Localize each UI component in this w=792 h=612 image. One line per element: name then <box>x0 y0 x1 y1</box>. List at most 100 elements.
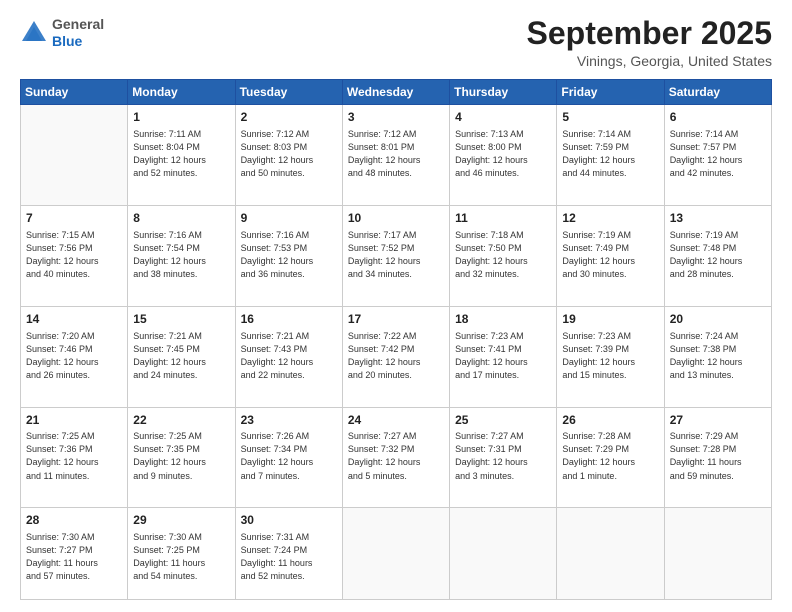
day-number: 16 <box>241 311 337 328</box>
table-row: 21Sunrise: 7:25 AM Sunset: 7:36 PM Dayli… <box>21 407 128 508</box>
logo: General Blue <box>20 16 104 50</box>
day-info: Sunrise: 7:23 AM Sunset: 7:39 PM Dayligh… <box>562 330 658 382</box>
day-info: Sunrise: 7:21 AM Sunset: 7:43 PM Dayligh… <box>241 330 337 382</box>
title-block: September 2025 Vinings, Georgia, United … <box>527 16 772 69</box>
day-info: Sunrise: 7:13 AM Sunset: 8:00 PM Dayligh… <box>455 128 551 180</box>
table-row: 15Sunrise: 7:21 AM Sunset: 7:45 PM Dayli… <box>128 306 235 407</box>
table-row <box>557 508 664 600</box>
day-number: 24 <box>348 412 444 429</box>
day-number: 2 <box>241 109 337 126</box>
day-number: 17 <box>348 311 444 328</box>
logo-general-text: General <box>52 16 104 32</box>
table-row: 28Sunrise: 7:30 AM Sunset: 7:27 PM Dayli… <box>21 508 128 600</box>
table-row: 13 Sunrise: 7:19 AM Sunset: 7:48 PM Dayli… <box>664 205 771 306</box>
day-number: 12 <box>562 210 658 227</box>
day-number: 8 <box>133 210 229 227</box>
logo-text: General Blue <box>52 16 104 50</box>
day-number: 30 <box>241 512 337 529</box>
day-number: 28 <box>26 512 122 529</box>
day-info: Sunrise: 7:23 AM Sunset: 7:41 PM Dayligh… <box>455 330 551 382</box>
day-info: Sunrise: 7:21 AM Sunset: 7:45 PM Dayligh… <box>133 330 229 382</box>
table-row: 7 Sunrise: 7:15 AM Sunset: 7:56 PM Daylig… <box>21 205 128 306</box>
day-number: 22 <box>133 412 229 429</box>
table-row: 24Sunrise: 7:27 AM Sunset: 7:32 PM Dayli… <box>342 407 449 508</box>
day-info: Sunrise: 7:29 AM Sunset: 7:28 PM Dayligh… <box>670 430 766 482</box>
table-row: 23Sunrise: 7:26 AM Sunset: 7:34 PM Dayli… <box>235 407 342 508</box>
table-row: 4 Sunrise: 7:13 AM Sunset: 8:00 PM Daylig… <box>450 105 557 206</box>
day-number: 19 <box>562 311 658 328</box>
table-row: 16 Sunrise: 7:21 AM Sunset: 7:43 PM Dayli… <box>235 306 342 407</box>
day-info: Sunrise: 7:17 AM Sunset: 7:52 PM Dayligh… <box>348 229 444 281</box>
day-info: Sunrise: 7:14 AM Sunset: 7:57 PM Dayligh… <box>670 128 766 180</box>
table-row: 6 Sunrise: 7:14 AM Sunset: 7:57 PM Daylig… <box>664 105 771 206</box>
day-number: 21 <box>26 412 122 429</box>
table-row: 5 Sunrise: 7:14 AM Sunset: 7:59 PM Daylig… <box>557 105 664 206</box>
day-number: 6 <box>670 109 766 126</box>
table-row: 9Sunrise: 7:16 AM Sunset: 7:53 PM Daylig… <box>235 205 342 306</box>
day-info: Sunrise: 7:20 AM Sunset: 7:46 PM Dayligh… <box>26 330 122 382</box>
day-number: 13 <box>670 210 766 227</box>
table-row: 3 Sunrise: 7:12 AM Sunset: 8:01 PM Daylig… <box>342 105 449 206</box>
day-number: 7 <box>26 210 122 227</box>
day-number: 29 <box>133 512 229 529</box>
col-monday: Monday <box>128 80 235 105</box>
day-info: Sunrise: 7:18 AM Sunset: 7:50 PM Dayligh… <box>455 229 551 281</box>
table-row: 10 Sunrise: 7:17 AM Sunset: 7:52 PM Dayli… <box>342 205 449 306</box>
table-row: 8 Sunrise: 7:16 AM Sunset: 7:54 PM Daylig… <box>128 205 235 306</box>
day-number: 10 <box>348 210 444 227</box>
table-row: 18 Sunrise: 7:23 AM Sunset: 7:41 PM Dayli… <box>450 306 557 407</box>
day-number: 26 <box>562 412 658 429</box>
table-row: 29 Sunrise: 7:30 AM Sunset: 7:25 PM Dayli… <box>128 508 235 600</box>
col-friday: Friday <box>557 80 664 105</box>
day-number: 3 <box>348 109 444 126</box>
day-number: 5 <box>562 109 658 126</box>
table-row: 30 Sunrise: 7:31 AM Sunset: 7:24 PM Dayli… <box>235 508 342 600</box>
day-info: Sunrise: 7:27 AM Sunset: 7:32 PM Dayligh… <box>348 430 444 482</box>
col-saturday: Saturday <box>664 80 771 105</box>
table-row: 26Sunrise: 7:28 AM Sunset: 7:29 PM Dayli… <box>557 407 664 508</box>
col-thursday: Thursday <box>450 80 557 105</box>
table-row: 2 Sunrise: 7:12 AM Sunset: 8:03 PM Daylig… <box>235 105 342 206</box>
day-info: Sunrise: 7:19 AM Sunset: 7:49 PM Dayligh… <box>562 229 658 281</box>
logo-blue-text: Blue <box>52 33 82 49</box>
day-number: 4 <box>455 109 551 126</box>
table-row <box>21 105 128 206</box>
day-info: Sunrise: 7:11 AM Sunset: 8:04 PM Dayligh… <box>133 128 229 180</box>
table-row <box>450 508 557 600</box>
day-number: 9 <box>241 210 337 227</box>
day-info: Sunrise: 7:14 AM Sunset: 7:59 PM Dayligh… <box>562 128 658 180</box>
location: Vinings, Georgia, United States <box>527 53 772 69</box>
day-info: Sunrise: 7:22 AM Sunset: 7:42 PM Dayligh… <box>348 330 444 382</box>
table-row: 27Sunrise: 7:29 AM Sunset: 7:28 PM Dayli… <box>664 407 771 508</box>
day-info: Sunrise: 7:31 AM Sunset: 7:24 PM Dayligh… <box>241 531 337 583</box>
day-number: 14 <box>26 311 122 328</box>
table-row: 1 Sunrise: 7:11 AM Sunset: 8:04 PM Daylig… <box>128 105 235 206</box>
day-number: 25 <box>455 412 551 429</box>
day-number: 18 <box>455 311 551 328</box>
col-wednesday: Wednesday <box>342 80 449 105</box>
day-number: 1 <box>133 109 229 126</box>
table-row: 17 Sunrise: 7:22 AM Sunset: 7:42 PM Dayli… <box>342 306 449 407</box>
col-sunday: Sunday <box>21 80 128 105</box>
logo-icon <box>20 19 48 47</box>
table-row: 20Sunrise: 7:24 AM Sunset: 7:38 PM Dayli… <box>664 306 771 407</box>
table-row: 19 Sunrise: 7:23 AM Sunset: 7:39 PM Dayli… <box>557 306 664 407</box>
day-info: Sunrise: 7:15 AM Sunset: 7:56 PM Dayligh… <box>26 229 122 281</box>
day-info: Sunrise: 7:27 AM Sunset: 7:31 PM Dayligh… <box>455 430 551 482</box>
day-info: Sunrise: 7:26 AM Sunset: 7:34 PM Dayligh… <box>241 430 337 482</box>
calendar-header-row: Sunday Monday Tuesday Wednesday Thursday… <box>21 80 772 105</box>
header: General Blue September 2025 Vinings, Geo… <box>20 16 772 69</box>
day-info: Sunrise: 7:16 AM Sunset: 7:54 PM Dayligh… <box>133 229 229 281</box>
day-info: Sunrise: 7:25 AM Sunset: 7:36 PM Dayligh… <box>26 430 122 482</box>
table-row: 12 Sunrise: 7:19 AM Sunset: 7:49 PM Dayli… <box>557 205 664 306</box>
col-tuesday: Tuesday <box>235 80 342 105</box>
day-number: 27 <box>670 412 766 429</box>
month-title: September 2025 <box>527 16 772 51</box>
day-info: Sunrise: 7:28 AM Sunset: 7:29 PM Dayligh… <box>562 430 658 482</box>
day-info: Sunrise: 7:30 AM Sunset: 7:25 PM Dayligh… <box>133 531 229 583</box>
day-info: Sunrise: 7:19 AM Sunset: 7:48 PM Dayligh… <box>670 229 766 281</box>
day-info: Sunrise: 7:25 AM Sunset: 7:35 PM Dayligh… <box>133 430 229 482</box>
day-info: Sunrise: 7:12 AM Sunset: 8:03 PM Dayligh… <box>241 128 337 180</box>
table-row <box>664 508 771 600</box>
day-info: Sunrise: 7:12 AM Sunset: 8:01 PM Dayligh… <box>348 128 444 180</box>
